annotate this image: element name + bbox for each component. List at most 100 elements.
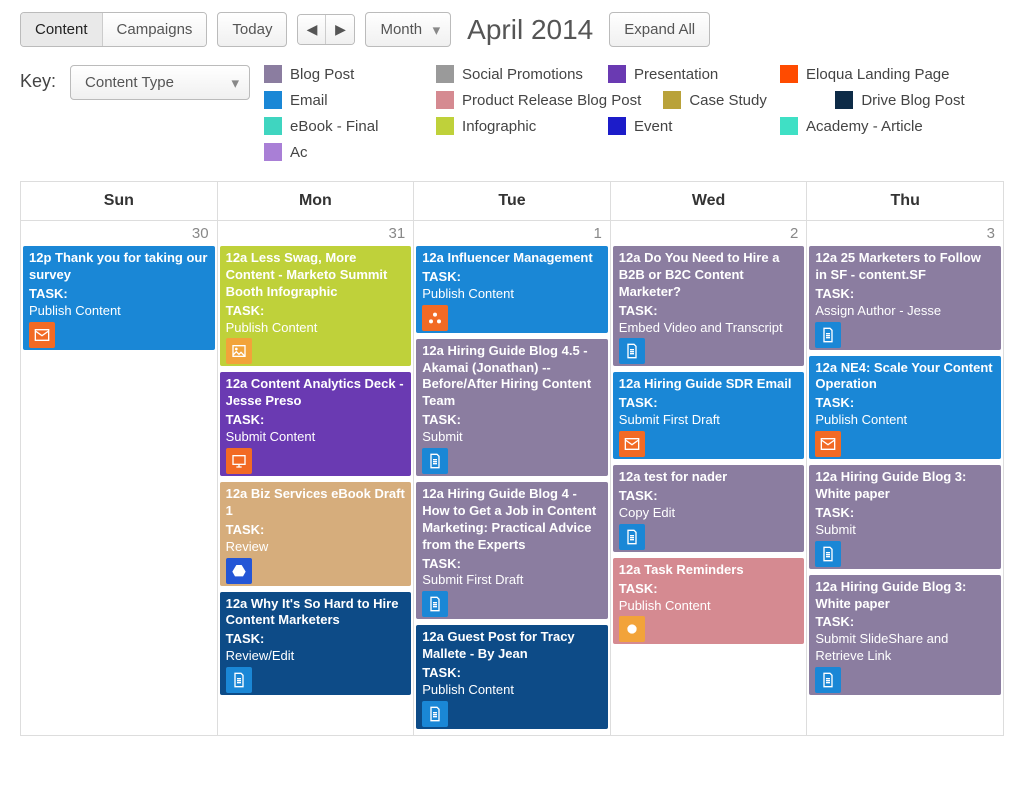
calendar-event[interactable]: 12a Guest Post for Tracy Mallete - By Je…	[416, 625, 608, 729]
legend-item: Email	[264, 91, 414, 109]
legend-item: Presentation	[608, 65, 758, 83]
calendar-event[interactable]: 12a 25 Marketers to Follow in SF - conte…	[809, 246, 1001, 350]
calendar-event[interactable]: 12a Influencer ManagementTASK:Publish Co…	[416, 246, 608, 333]
event-time: 12a	[422, 250, 447, 265]
prev-button[interactable]: ◀	[298, 15, 326, 44]
day-number: 2	[611, 221, 807, 246]
legend-label: Case Study	[689, 92, 767, 109]
event-time: 12a	[815, 469, 840, 484]
legend-label: Eloqua Landing Page	[806, 66, 949, 83]
event-time: 12a	[815, 360, 840, 375]
legend-swatch	[436, 117, 454, 135]
event-task-label: TASK:	[619, 303, 799, 320]
tab-content[interactable]: Content	[21, 13, 103, 46]
event-title: Influencer Management	[448, 250, 593, 265]
event-task: Publish Content	[815, 412, 995, 429]
event-task-label: TASK:	[619, 395, 799, 412]
day-header: Thu	[807, 181, 1004, 221]
event-time: 12a	[619, 376, 644, 391]
doc-icon	[422, 701, 448, 727]
legend-item: Product Release Blog Post	[436, 91, 641, 109]
legend-swatch	[264, 117, 282, 135]
calendar-event[interactable]: 12a Task RemindersTASK:Publish Content	[613, 558, 805, 645]
event-task: Publish Content	[226, 320, 406, 337]
event-task: Submit	[815, 522, 995, 539]
event-time: 12a	[815, 250, 840, 265]
legend-item: Blog Post	[264, 65, 414, 83]
event-title: Biz Services eBook Draft 1	[226, 486, 405, 518]
legend-swatch	[608, 117, 626, 135]
event-time: 12a	[619, 250, 644, 265]
doc-icon	[226, 667, 252, 693]
circle-icon	[619, 616, 645, 642]
calendar: SunMonTueWedThu3012p Thank you for takin…	[20, 181, 1004, 736]
legend-swatch	[436, 65, 454, 83]
calendar-event[interactable]: 12a Hiring Guide Blog 4 - How to Get a J…	[416, 482, 608, 619]
calendar-event[interactable]: 12a Hiring Guide Blog 3: White paperTASK…	[809, 575, 1001, 695]
event-task: Review	[226, 539, 406, 556]
day-cell[interactable]: 3112a Less Swag, More Content - Marketo …	[218, 221, 415, 736]
calendar-event[interactable]: 12a Less Swag, More Content - Marketo Su…	[220, 246, 412, 366]
day-cell[interactable]: 212a Do You Need to Hire a B2B or B2C Co…	[611, 221, 808, 736]
event-task: Submit Content	[226, 429, 406, 446]
calendar-event[interactable]: 12a Why It's So Hard to Hire Content Mar…	[220, 592, 412, 696]
event-title: Thank you for taking our survey	[29, 250, 207, 282]
expand-all-button[interactable]: Expand All	[609, 12, 710, 47]
calendar-event[interactable]: 12a Hiring Guide Blog 3: White paperTASK…	[809, 465, 1001, 569]
event-task-label: TASK:	[226, 412, 406, 429]
event-task: Publish Content	[29, 303, 209, 320]
event-title: Hiring Guide SDR Email	[644, 376, 791, 391]
tab-group: Content Campaigns	[20, 12, 207, 47]
tab-campaigns[interactable]: Campaigns	[103, 13, 207, 46]
event-task: Review/Edit	[226, 648, 406, 665]
legend-label: Product Release Blog Post	[462, 92, 641, 109]
legend-item: Infographic	[436, 117, 586, 135]
event-task-label: TASK:	[619, 488, 799, 505]
mail-icon	[29, 322, 55, 348]
calendar-event[interactable]: 12a Biz Services eBook Draft 1TASK:Revie…	[220, 482, 412, 586]
calendar-event[interactable]: 12a Hiring Guide Blog 4.5 - Akamai (Jona…	[416, 339, 608, 476]
day-header: Sun	[21, 181, 218, 221]
day-cell[interactable]: 112a Influencer ManagementTASK:Publish C…	[414, 221, 611, 736]
event-task: Submit SlideShare and Retrieve Link	[815, 631, 995, 665]
day-cell[interactable]: 312a 25 Marketers to Follow in SF - cont…	[807, 221, 1004, 736]
event-time: 12a	[226, 250, 251, 265]
key-dropdown[interactable]: Content Type	[70, 65, 250, 100]
legend-item: Case Study	[663, 91, 813, 109]
event-task-label: TASK:	[29, 286, 209, 303]
legend-label: Presentation	[634, 66, 718, 83]
legend-item: Event	[608, 117, 758, 135]
calendar-event[interactable]: 12p Thank you for taking our surveyTASK:…	[23, 246, 215, 350]
event-task: Submit First Draft	[422, 572, 602, 589]
today-button[interactable]: Today	[217, 12, 287, 47]
legend-label: Infographic	[462, 118, 536, 135]
event-task-label: TASK:	[226, 303, 406, 320]
calendar-event[interactable]: 12a Content Analytics Deck - Jesse Preso…	[220, 372, 412, 476]
legend-label: Blog Post	[290, 66, 354, 83]
drive-icon	[226, 558, 252, 584]
day-cell[interactable]: 3012p Thank you for taking our surveyTAS…	[21, 221, 218, 736]
event-task-label: TASK:	[226, 631, 406, 648]
calendar-event[interactable]: 12a Do You Need to Hire a B2B or B2C Con…	[613, 246, 805, 366]
mail-icon	[619, 431, 645, 457]
nav-arrows: ◀ ▶	[297, 14, 355, 45]
event-title: NE4: Scale Your Content Operation	[815, 360, 992, 392]
event-task: Copy Edit	[619, 505, 799, 522]
legend-swatch	[608, 65, 626, 83]
calendar-event[interactable]: 12a NE4: Scale Your Content OperationTAS…	[809, 356, 1001, 460]
event-title: test for nader	[644, 469, 727, 484]
day-header: Wed	[611, 181, 808, 221]
legend-swatch	[264, 143, 282, 161]
doc-icon	[619, 338, 645, 364]
next-button[interactable]: ▶	[326, 15, 354, 44]
legend-swatch	[780, 117, 798, 135]
calendar-event[interactable]: 12a Hiring Guide SDR EmailTASK:Submit Fi…	[613, 372, 805, 459]
day-header: Tue	[414, 181, 611, 221]
day-number: 30	[21, 221, 217, 246]
image-icon	[226, 338, 252, 364]
view-dropdown[interactable]: Month	[365, 12, 451, 47]
calendar-event[interactable]: 12a test for naderTASK:Copy Edit	[613, 465, 805, 552]
legend-item: Social Promotions	[436, 65, 586, 83]
mail-icon	[815, 431, 841, 457]
event-task: Publish Content	[422, 286, 602, 303]
